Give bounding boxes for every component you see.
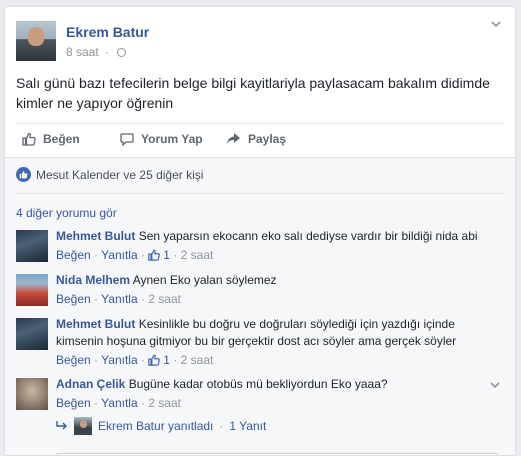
- comment-like-link[interactable]: Beğen: [56, 292, 91, 306]
- reply-arrow-icon: [56, 421, 67, 430]
- comments-section: Mesut Kalender ve 25 diğer kişi 4 diğer …: [5, 157, 515, 455]
- share-icon: [227, 133, 240, 144]
- share-button[interactable]: Paylaş: [226, 132, 286, 146]
- comment-likes-count[interactable]: 1: [163, 353, 170, 367]
- comment-like-link[interactable]: Beğen: [56, 353, 91, 367]
- share-button-label: Paylaş: [248, 132, 287, 146]
- commenter-avatar[interactable]: [16, 230, 48, 262]
- reply-count: 1 Yanıt: [229, 419, 267, 433]
- like-button-label: Beğen: [43, 132, 80, 146]
- commenter-avatar[interactable]: [16, 274, 48, 306]
- comment-time[interactable]: 2 saat: [148, 292, 181, 306]
- chevron-down-icon[interactable]: [491, 19, 501, 29]
- post-header: Ekrem Batur 8 saat ·: [16, 21, 506, 61]
- comment-text: Bugüne kadar otobüs mü bekliyordun Eko y…: [128, 377, 388, 391]
- comment-likes-count[interactable]: 1: [163, 248, 170, 262]
- reply-avatar: [74, 417, 92, 435]
- likes-summary[interactable]: Mesut Kalender ve 25 diğer kişi: [16, 167, 203, 182]
- post-actions: Beğen Yorum Yap Paylaş: [16, 132, 506, 152]
- divider: [16, 193, 504, 194]
- like-badge-icon: [16, 167, 31, 182]
- commenter-name[interactable]: Nida Melhem: [56, 273, 130, 287]
- comment-like-link[interactable]: Beğen: [56, 248, 91, 262]
- chevron-down-icon[interactable]: [490, 380, 500, 390]
- commenter-name[interactable]: Mehmet Bulut: [56, 317, 135, 331]
- comment-text: Aynen Eko yalan söylemez: [132, 273, 277, 287]
- view-more-comments-link[interactable]: 4 diğer yorumu gör: [16, 206, 117, 220]
- commenter-avatar[interactable]: [16, 318, 48, 350]
- thumbs-up-icon: [148, 249, 161, 261]
- reply-summary[interactable]: Ekrem Batur yanıtladı · 1 Yanıt: [56, 417, 266, 435]
- comment-body: Nida Melhem Aynen Eko yalan söylemez: [56, 272, 496, 289]
- commenter-avatar[interactable]: [16, 378, 48, 410]
- comment-like-link[interactable]: Beğen: [56, 396, 91, 410]
- post-meta: 8 saat ·: [66, 45, 127, 59]
- comment-time[interactable]: 2 saat: [181, 248, 214, 262]
- reply-summary-text: Ekrem Batur yanıtladı: [98, 419, 214, 433]
- comment-footer: Beğen · Yanıtla · 1 · 2 saat: [56, 248, 214, 262]
- divider: [16, 123, 504, 124]
- comment-reply-link[interactable]: Yanıtla: [101, 353, 137, 367]
- comment-footer: Beğen · Yanıtla · 2 saat: [56, 292, 181, 306]
- thumbs-up-icon: [148, 354, 161, 366]
- comment-body: Mehmet Bulut Sen yaparsın ekocann eko sa…: [56, 228, 496, 245]
- comment-body: Adnan Çelik Bugüne kadar otobüs mü bekli…: [56, 376, 496, 393]
- commenter-name[interactable]: Adnan Çelik: [56, 377, 125, 391]
- comment-reply-link[interactable]: Yanıtla: [101, 396, 137, 410]
- comment-time[interactable]: 2 saat: [181, 353, 214, 367]
- thumbs-up-icon: [22, 132, 36, 146]
- comment-reply-link[interactable]: Yanıtla: [101, 248, 137, 262]
- comment-footer: Beğen · Yanıtla · 2 saat: [56, 396, 181, 410]
- post-card: Ekrem Batur 8 saat · Salı günü bazı tefe…: [4, 6, 516, 456]
- globe-icon: [117, 48, 127, 57]
- comment-icon: [120, 133, 134, 146]
- author-avatar[interactable]: [16, 21, 56, 61]
- comment-button-label: Yorum Yap: [141, 132, 203, 146]
- comment-footer: Beğen · Yanıtla · 1 · 2 saat: [56, 353, 214, 367]
- likes-summary-text: Mesut Kalender ve 25 diğer kişi: [36, 167, 204, 182]
- post-author[interactable]: Ekrem Batur: [66, 24, 149, 40]
- comment-time[interactable]: 2 saat: [148, 396, 181, 410]
- comment-reply-link[interactable]: Yanıtla: [101, 292, 137, 306]
- post-text: Salı günü bazı tefecilerin belge bilgi k…: [16, 75, 490, 111]
- comment-body: Mehmet Bulut Kesinlikle bu doğru ve doğr…: [56, 316, 496, 350]
- comment-button[interactable]: Yorum Yap: [120, 132, 203, 146]
- post-time[interactable]: 8 saat: [66, 45, 99, 59]
- like-button[interactable]: Beğen: [22, 132, 80, 146]
- commenter-name[interactable]: Mehmet Bulut: [56, 229, 135, 243]
- comment-text: Sen yaparsın ekocann eko salı dediyse va…: [138, 229, 478, 243]
